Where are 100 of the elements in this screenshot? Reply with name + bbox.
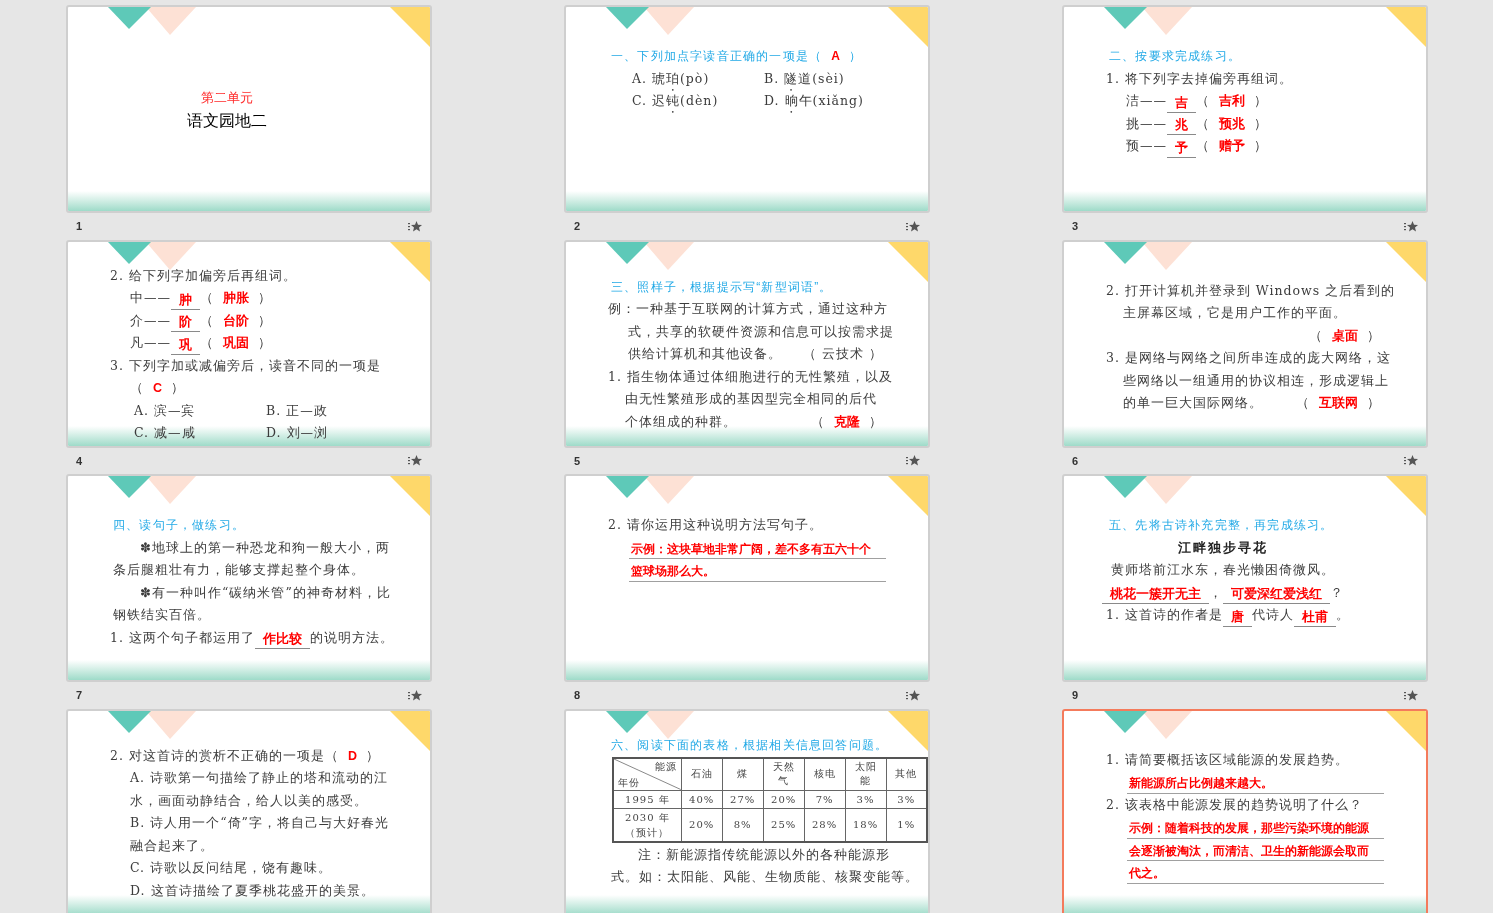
question-text: 。 bbox=[1335, 606, 1350, 624]
answer-blank: 巩 bbox=[171, 336, 200, 355]
slide-thumbnail[interactable]: 二、按要求完成练习。 1. 将下列字去掉偏旁再组词。 洁—— 吉 （ 吉利 ） 挑—— 兆 （ 预兆 ） 预—— 予 （ 赠予 ） bbox=[1062, 5, 1428, 213]
slide-thumbnail[interactable]: 2. 请你运用这种说明方法写句子。 示例：这块草地非常广阔，差不多有五六十个 篮球场那么大。 bbox=[564, 474, 930, 682]
table-header-cell: 太阳能 bbox=[845, 758, 886, 790]
question-text: 式，共享的软硬件资源和信息可以按需求提 bbox=[628, 322, 894, 341]
table-cell: 7% bbox=[804, 790, 846, 808]
question-text: ） bbox=[258, 289, 272, 307]
question-text: 介—— bbox=[130, 311, 171, 330]
slide-thumbnail[interactable]: 2. 对这首诗的赏析不正确的一项是（ D ） A. 诗歌第一句描绘了静止的塔和流动的江 水，画面动静结合，给人以美的感受。 B. 诗人用一个“倚”字，将自己与大好春光 融合起来了。 C. 诗歌以反问结尾，饶有趣味。 D. 这首诗描绘了夏季桃花盛开的美景。 bbox=[66, 708, 432, 913]
question-text: （ bbox=[200, 311, 214, 330]
table-header-cell: 核电 bbox=[804, 758, 846, 790]
corner-triangle bbox=[1386, 7, 1426, 47]
slide-thumbnail[interactable]: 一、下列加点字读音正确的一项是（ A ） A. 琥珀(pò) B. 隧道(sèi) C. 迟钝(dèn) D. 晌午(xiǎng) bbox=[564, 5, 930, 213]
question-text: 供给计算机和其他设备。 bbox=[628, 345, 782, 364]
corner-triangle bbox=[390, 7, 430, 47]
answer-blank: 作比较 bbox=[254, 631, 310, 649]
question-text: （ bbox=[1196, 92, 1210, 110]
question-text: 些网络以一组通用的协议相连，形成逻辑上 bbox=[1123, 371, 1389, 390]
slide-number: 2 bbox=[574, 219, 581, 234]
star-icon[interactable] bbox=[906, 455, 920, 467]
table-header-cell: 天然气 bbox=[763, 758, 805, 790]
question-text: ） bbox=[1254, 137, 1268, 155]
star-icon[interactable] bbox=[408, 689, 422, 701]
answer-text: 会逐渐被淘汰，而清洁、卫生的新能源会取而 bbox=[1128, 843, 1369, 858]
poem-line: 黄师塔前江水东，春光懒困倚微风。 bbox=[1110, 561, 1335, 579]
question-text: ） bbox=[1367, 326, 1381, 345]
question-text: 主屏幕区域，它是用户工作的平面。 bbox=[1123, 304, 1347, 322]
question-text: 2. 给下列字加偏旁后再组词。 bbox=[110, 266, 297, 285]
question-text: 钢铁结实百倍。 bbox=[113, 606, 211, 624]
question-text: 1. 将下列字去掉偏旁再组词。 bbox=[1106, 69, 1293, 88]
question-text: ） bbox=[1254, 114, 1268, 133]
question-text: （ bbox=[200, 334, 214, 352]
slide-thumbnail[interactable]: 四、读句子，做练习。 ✽地球上的第一种恐龙和狗一般大小，两 条后腿粗壮有力，能够支撑起整个身体。 ✽有一种叫作“碳纳米管”的神奇材料，比 钢铁结实百倍。 1. 这两个句子都运用了 作比较 的说明方法。 bbox=[66, 474, 432, 682]
star-icon[interactable] bbox=[906, 689, 920, 701]
corner-triangle bbox=[1386, 476, 1426, 516]
question-text: 挑—— bbox=[1126, 114, 1167, 133]
answer-blank: 予 bbox=[1167, 139, 1196, 158]
star-icon[interactable] bbox=[1404, 455, 1418, 467]
question-text: 2. 打开计算机并登录到 Windows 之后看到的 bbox=[1106, 281, 1396, 300]
slide-thumbnail[interactable]: 第二单元 语文园地二 bbox=[66, 5, 432, 213]
question-text: （ bbox=[1196, 137, 1210, 155]
option-text: A. 琥珀(pò) bbox=[632, 69, 710, 88]
question-text: ） bbox=[869, 412, 883, 431]
corner-triangle bbox=[1386, 241, 1426, 282]
slide-thumbnail[interactable]: 三、照样子，根据提示写“新型词语”。 例：一种基于互联网的计算方式，通过这种方 式，共享的软硬件资源和信息可以按需求提 供给计算机和其他设备。 （ 云技术 ） 1. 指生物体通过体细胞进行的无性繁殖，以及 由无性繁殖形成的基因型完全相同的后代 个体组成的种群。 （ 克隆 ） bbox=[564, 239, 930, 448]
slide-number: 8 bbox=[574, 688, 581, 703]
answer-text: D bbox=[346, 747, 358, 765]
star-icon[interactable] bbox=[1404, 689, 1418, 701]
corner-triangle bbox=[390, 241, 430, 282]
corner-triangle bbox=[888, 710, 928, 751]
star-icon[interactable] bbox=[1404, 220, 1418, 232]
table-header-cell: 能源 年份 bbox=[613, 758, 682, 790]
question-text: 条后腿粗壮有力，能够支撑起整个身体。 bbox=[113, 561, 365, 579]
slide-thumbnail[interactable]: 六、阅读下面的表格，根据相关信息回答问题。 能源 年份 石油 煤 天然气 核电 太阳能 其他 1995 年 40% 27% 20% 7% 3% 3% 2030 年 （预计） 20% 8% 25% 28% 18% 1% 注：新能源指传统能源以外的各种能源形 式。如：太阳能、风能、生物质能、核聚变能等。 bbox=[564, 708, 930, 913]
star-icon[interactable] bbox=[408, 455, 422, 467]
slide-number: 1 bbox=[76, 219, 83, 234]
question-text: 3. 下列字加或减偏旁后，读音不同的一项是 bbox=[110, 356, 381, 375]
answer-blank: 吉 bbox=[1167, 94, 1196, 113]
question-text: ） bbox=[365, 746, 380, 765]
question-text: C. 减—咸 bbox=[134, 424, 196, 442]
question-text: 凡—— bbox=[130, 334, 171, 352]
section-heading: 六、阅读下面的表格，根据相关信息回答问题。 bbox=[611, 736, 889, 754]
slide-thumbnail[interactable]: 1. 请简要概括该区域能源的发展趋势。 新能源所占比例越来越大。 2. 该表格中能源发展的趋势说明了什么？ 示例：随着科技的发展，那些污染环境的能源 会逐渐被淘汰，而清洁、卫生的新能源会取而 代之。 bbox=[1062, 708, 1428, 913]
question-text: 洁—— bbox=[1126, 92, 1167, 110]
star-icon[interactable] bbox=[906, 220, 920, 232]
answer-blank: 兆 bbox=[1167, 117, 1196, 135]
answer-text: 巩固 bbox=[222, 335, 250, 352]
poem-title: 江畔独步寻花 bbox=[1177, 539, 1268, 557]
answer-text: 互联网 bbox=[1318, 395, 1359, 412]
star-icon[interactable] bbox=[408, 220, 422, 232]
question-text: D. 这首诗描绘了夏季桃花盛开的美景。 bbox=[130, 881, 375, 900]
section-heading: 一、下列加点字读音正确的一项是（ bbox=[611, 48, 823, 65]
table-header-cell: 煤 bbox=[722, 758, 764, 790]
question-text: 由无性繁殖形成的基因型完全相同的后代 bbox=[625, 390, 877, 409]
section-heading: 四、读句子，做练习。 bbox=[113, 517, 245, 534]
slide-thumbnail[interactable]: 五、先将古诗补充完整，再完成练习。 江畔独步寻花 黄师塔前江水东，春光懒困倚微风。 桃花一簇开无主 ， 可爱深红爱浅红 ？ 1. 这首诗的作者是 唐 代诗人 杜甫 。 bbox=[1062, 474, 1428, 682]
question-text: 水，画面动静结合，给人以美的感受。 bbox=[130, 791, 368, 810]
corner-triangle bbox=[888, 7, 928, 47]
question-text: （ bbox=[130, 379, 144, 397]
question-text: 代诗人 bbox=[1251, 606, 1294, 624]
section-heading: 二、按要求完成练习。 bbox=[1109, 48, 1241, 65]
slide-thumbnail[interactable]: 2. 打开计算机并登录到 Windows 之后看到的 主屏幕区域，它是用户工作的平面。 （ 桌面 ） 3. 是网络与网络之间所串连成的庞大网络，这 些网络以一组通用的协议相连，形成逻辑上 的单一巨大国际网络。 （ 互联网 ） bbox=[1062, 239, 1428, 448]
question-text: 个体组成的种群。 bbox=[625, 412, 737, 431]
question-text: （ 云技术 ） bbox=[803, 345, 883, 364]
answer-text: 台阶 bbox=[222, 312, 250, 330]
slide-number: 3 bbox=[1072, 219, 1079, 234]
section-heading: 五、先将古诗补充完整，再完成练习。 bbox=[1109, 517, 1334, 534]
question-text: A. 诗歌第一句描绘了静止的塔和流动的江 bbox=[130, 769, 388, 788]
slide-title: 语文园地二 bbox=[186, 110, 267, 131]
poem-line: ？ bbox=[1329, 583, 1344, 602]
slide-number: 5 bbox=[574, 453, 581, 469]
section-heading: 三、照样子，根据提示写“新型词语”。 bbox=[611, 278, 833, 296]
question-text: 的单一巨大国际网络。 bbox=[1123, 394, 1263, 412]
answer-text: 预兆 bbox=[1218, 115, 1246, 133]
slide-thumbnail[interactable]: 2. 给下列字加偏旁后再组词。 中—— 肿 （ 肿胀 ） 介—— 阶 （ 台阶 ） 凡—— 巩 （ 巩固 ） 3. 下列字加或减偏旁后，读音不同的一项是 （ C ） A. 滨—宾 B. 正—政 C. 减—咸 D. 刘—浏 bbox=[66, 239, 432, 448]
answer-text: 赠予 bbox=[1218, 138, 1246, 155]
answer-text: 示例：这块草地非常广阔，差不多有五六十个 bbox=[630, 541, 871, 556]
question-text: （ bbox=[811, 412, 825, 431]
question-text: 中—— bbox=[130, 289, 171, 307]
